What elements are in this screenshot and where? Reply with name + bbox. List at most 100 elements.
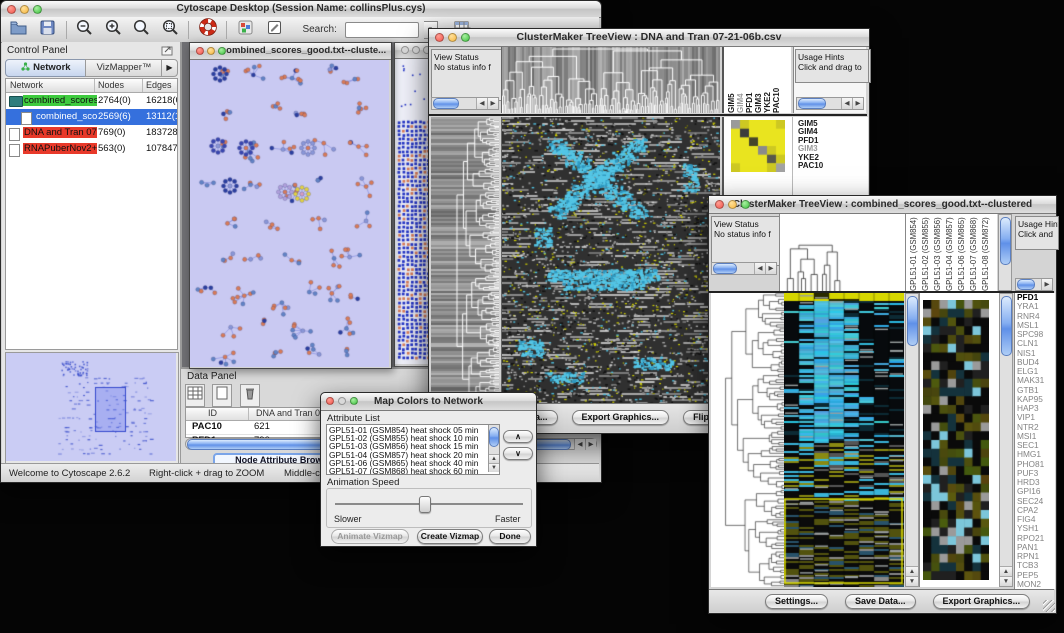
heatmap-vscrollbar[interactable]: ▲ ▼: [905, 293, 919, 587]
heatmap-zoom-canvas[interactable]: [923, 300, 989, 580]
usage-hints-hscrollbar[interactable]: ▶: [1015, 278, 1053, 291]
scrollbar-thumb[interactable]: [1017, 279, 1035, 290]
done-button[interactable]: Done: [489, 529, 531, 544]
view-status-hscrollbar[interactable]: ◀ ▶: [711, 262, 777, 275]
animate-vizmap-button[interactable]: Animate Vizmap: [331, 529, 409, 544]
close-button[interactable]: [435, 33, 444, 42]
zoom-selected-icon[interactable]: [161, 18, 180, 42]
zoom-fit-icon[interactable]: [132, 18, 151, 42]
vizmapper-nodes-icon[interactable]: [236, 18, 255, 42]
network-row[interactable]: combined_sco 2569(6) 13112(15): [6, 109, 177, 125]
close-button[interactable]: [401, 46, 409, 54]
scroll-left-arrow[interactable]: ◀: [754, 263, 765, 274]
new-attribute-icon[interactable]: [212, 384, 232, 407]
column-label[interactable]: GPL51-04 (GSM857): [945, 214, 957, 291]
tab-overflow-arrow[interactable]: ▶: [161, 59, 178, 77]
resize-grip[interactable]: [1043, 600, 1055, 612]
column-label[interactable]: PAC10: [772, 47, 781, 113]
network-row[interactable]: DNA and Tran 07 769(0) 183728(0): [6, 125, 177, 141]
scroll-right-arrow[interactable]: ▶: [585, 439, 596, 450]
close-button[interactable]: [715, 200, 724, 209]
column-label[interactable]: GPL51-07 (GSM868): [969, 214, 981, 291]
scroll-right-arrow[interactable]: ▶: [765, 263, 776, 274]
network-row[interactable]: combined_scores 2764(0) 16218(0): [6, 93, 177, 109]
slider-thumb[interactable]: [419, 496, 431, 513]
main-titlebar[interactable]: Cytoscape Desktop (Session Name: collins…: [1, 1, 601, 18]
gene-label[interactable]: MON2: [1015, 580, 1055, 589]
labels-vscrollbar[interactable]: [998, 214, 1012, 291]
column-label[interactable]: GPL51-03 (GSM856): [933, 214, 945, 291]
scrollbar-thumb[interactable]: [489, 427, 499, 447]
heatmap-zoom-canvas[interactable]: [731, 120, 785, 172]
column-label[interactable]: GPL51-06 (GSM865): [957, 214, 969, 291]
scroll-down-arrow[interactable]: ▼: [489, 463, 499, 472]
scrollbar-thumb[interactable]: [433, 98, 459, 109]
row-dendrogram-canvas[interactable]: [711, 293, 784, 587]
delete-attribute-icon[interactable]: [240, 384, 260, 407]
attribute-select-icon[interactable]: [185, 384, 205, 407]
tab-network[interactable]: Network: [5, 59, 87, 77]
scroll-up-arrow[interactable]: ▲: [1000, 566, 1012, 576]
usage-hints-hscrollbar[interactable]: ◀ ▶: [796, 97, 864, 110]
treeview-button[interactable]: Export Graphics...: [572, 410, 670, 425]
scroll-left-arrow[interactable]: ◀: [841, 98, 852, 109]
minimize-button[interactable]: [338, 397, 346, 405]
column-label[interactable]: YKE2: [763, 47, 772, 113]
column-label[interactable]: GIM5: [727, 47, 736, 113]
column-label[interactable]: GIM4: [736, 47, 745, 113]
column-dendrogram-canvas[interactable]: [779, 214, 905, 291]
zoom-button[interactable]: [461, 33, 470, 42]
move-down-button[interactable]: ∨: [503, 447, 533, 460]
zoom-button[interactable]: [741, 200, 750, 209]
minimize-button[interactable]: [207, 47, 215, 55]
scroll-right-arrow[interactable]: ▶: [487, 98, 498, 109]
view-status-hscrollbar[interactable]: ◀ ▶: [431, 97, 499, 110]
minimize-button[interactable]: [20, 5, 29, 14]
scroll-down-arrow[interactable]: ▼: [1000, 576, 1012, 586]
save-icon[interactable]: [38, 18, 57, 42]
treeview-button[interactable]: Settings...: [765, 594, 828, 609]
column-label[interactable]: GIM3: [754, 47, 763, 113]
tab-vizmapper[interactable]: VizMapper™: [85, 59, 163, 77]
column-dendrogram-canvas[interactable]: [501, 47, 720, 113]
network-overview[interactable]: [5, 352, 179, 464]
scrollbar-thumb[interactable]: [798, 98, 826, 109]
network-view-canvas[interactable]: [190, 60, 389, 367]
scroll-right-arrow[interactable]: ▶: [1041, 279, 1052, 290]
close-button[interactable]: [7, 5, 16, 14]
zoom-vscrollbar[interactable]: ▲ ▼: [999, 293, 1013, 587]
minimize-button[interactable]: [728, 200, 737, 209]
heatmap-global-canvas[interactable]: [784, 293, 904, 587]
search-input[interactable]: [345, 22, 419, 38]
zoom-out-icon[interactable]: [75, 18, 94, 42]
scroll-right-arrow[interactable]: ▶: [852, 98, 863, 109]
column-label[interactable]: GPL51-02 (GSM855): [921, 214, 933, 291]
list-vscrollbar[interactable]: ▲ ▼: [488, 425, 499, 472]
column-label[interactable]: GPL51-08 (GSM872): [981, 214, 993, 291]
treeview-button[interactable]: Export Graphics...: [933, 594, 1031, 609]
close-button[interactable]: [326, 397, 334, 405]
scrollbar-thumb[interactable]: [907, 296, 918, 346]
network-row[interactable]: RNAPuberNov2+ 563(0) 107847(0): [6, 141, 177, 157]
scrollbar-thumb[interactable]: [1000, 217, 1011, 265]
close-button[interactable]: [196, 47, 204, 55]
scrollbar-thumb[interactable]: [713, 263, 737, 274]
attribute-item[interactable]: GPL51-07 (GSM868) heat shock 60 min: [327, 467, 499, 475]
scroll-up-arrow[interactable]: ▲: [489, 454, 499, 463]
zoom-button[interactable]: [218, 47, 226, 55]
column-label[interactable]: PFD1: [745, 47, 754, 113]
zoom-button[interactable]: [33, 5, 42, 14]
treeview-button[interactable]: Save Data...: [845, 594, 916, 609]
heatmap-global-canvas[interactable]: [501, 117, 720, 403]
column-label[interactable]: GPL51-01 (GSM854): [909, 214, 921, 291]
minimize-button[interactable]: [448, 33, 457, 42]
zoom-in-icon[interactable]: [104, 18, 123, 42]
scroll-up-arrow[interactable]: ▲: [906, 566, 918, 576]
scroll-left-arrow[interactable]: ◀: [476, 98, 487, 109]
zoom-button[interactable]: [350, 397, 358, 405]
scrollbar-thumb[interactable]: [1001, 296, 1012, 356]
minimize-button[interactable]: [412, 46, 420, 54]
move-up-button[interactable]: ∧: [503, 430, 533, 443]
scroll-left-arrow[interactable]: ◀: [574, 439, 585, 450]
row-label[interactable]: PAC10: [798, 162, 858, 170]
